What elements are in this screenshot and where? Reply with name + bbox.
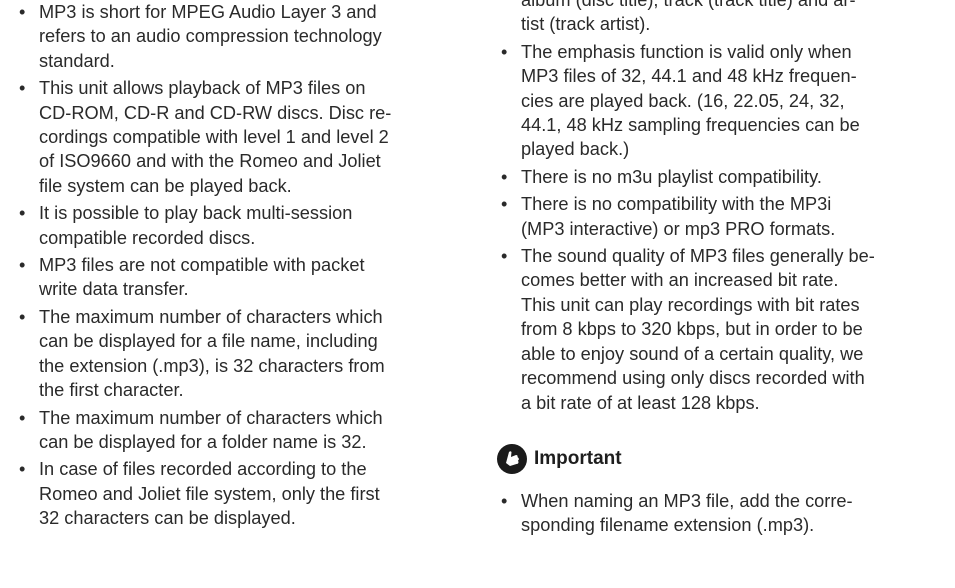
text-line: (MP3 interactive) or mp3 PRO formats. xyxy=(521,218,836,239)
text-line: sponding filename extension (.mp3). xyxy=(521,515,815,536)
text-line: file system can be played back. xyxy=(39,175,292,196)
text-line: 32 characters can be displayed. xyxy=(39,508,296,529)
text-line: There is no compatibility with the MP3i xyxy=(521,194,832,215)
text-line: MP3 is short for MPEG Audio Layer 3 and xyxy=(39,2,377,22)
text-line: cordings compatible with level 1 and lev… xyxy=(39,127,389,148)
text-line: compatible recorded discs. xyxy=(39,227,256,248)
text-line: write data transfer. xyxy=(39,279,189,300)
text-line: refers to an audio compression technolog… xyxy=(39,26,382,47)
important-title: Important xyxy=(534,447,622,469)
text-line: The maximum number of characters which xyxy=(39,306,383,327)
text-line: This unit can play recordings with bit r… xyxy=(521,294,860,315)
text-line: The sound quality of MP3 files generally… xyxy=(521,246,875,267)
text-line: of ISO9660 and with the Romeo and Joliet xyxy=(39,151,381,172)
text-line: standard. xyxy=(39,50,115,71)
left-column: MP3 is short for MPEG Audio Layer 3 and r… xyxy=(14,0,456,534)
text-line: from 8 kbps to 320 kbps, but in order to… xyxy=(521,319,863,340)
list-item: This unit allows playback of MP3 files o… xyxy=(14,76,456,198)
list-item: When naming an MP3 file, add the corre-s… xyxy=(496,489,946,538)
bullet-list-right: The emphasis function is valid only when… xyxy=(496,40,946,415)
text-line: MP3 files of 32, 44.1 and 48 kHz frequen… xyxy=(521,66,857,87)
text-line: the extension (.mp3), is 32 characters f… xyxy=(39,355,385,376)
text-line: recommend using only discs recorded with xyxy=(521,368,865,389)
text-line: able to enjoy sound of a certain quality… xyxy=(521,343,864,364)
text-line: tist (track artist). xyxy=(521,14,651,35)
text-line: When naming an MP3 file, add the corre- xyxy=(521,490,853,511)
list-item: In case of files recorded according to t… xyxy=(14,457,456,530)
text-line: The emphasis function is valid only when xyxy=(521,41,852,62)
important-heading: Important xyxy=(496,443,946,475)
text-line: a bit rate of at least 128 kbps. xyxy=(521,392,760,413)
text-line: can be displayed for a file name, includ… xyxy=(39,331,378,352)
text-line: The maximum number of characters which xyxy=(39,407,383,428)
text-line: Romeo and Joliet file system, only the f… xyxy=(39,483,380,504)
list-item: It is possible to play back multi-sessio… xyxy=(14,201,456,250)
important-bullet-list: When naming an MP3 file, add the corre-s… xyxy=(496,489,946,538)
text-line: CD-ROM, CD-R and CD-RW discs. Disc re- xyxy=(39,102,392,123)
important-hand-icon xyxy=(497,443,527,474)
text-line: This unit allows playback of MP3 files o… xyxy=(39,78,366,99)
text-line: album (disc title), track (track title) … xyxy=(521,0,856,10)
text-line: There is no m3u playlist compatibility. xyxy=(521,166,822,187)
text-line: can be displayed for a folder name is 32… xyxy=(39,431,367,452)
text-line: 44.1, 48 kHz sampling frequencies can be xyxy=(521,115,860,136)
list-item: There is no compatibility with the MP3i (… xyxy=(496,192,946,241)
text-line: the first character. xyxy=(39,380,184,401)
list-item: The sound quality of MP3 files generally… xyxy=(496,244,946,415)
text-line: In case of files recorded according to t… xyxy=(39,459,367,480)
list-item: MP3 is short for MPEG Audio Layer 3 and r… xyxy=(14,0,456,73)
text-line: It is possible to play back multi-sessio… xyxy=(39,203,353,224)
list-item: There is no m3u playlist compatibility. xyxy=(496,165,946,190)
list-item: The maximum number of characters which ca… xyxy=(14,305,456,403)
text-line: played back.) xyxy=(521,139,630,160)
text-line: comes better with an increased bit rate. xyxy=(521,270,839,291)
continued-text: album (disc title), track (track title) … xyxy=(496,0,946,37)
text-line: cies are played back. (16, 22.05, 24, 32… xyxy=(521,90,845,111)
list-item: MP3 files are not compatible with packet… xyxy=(14,253,456,302)
text-line: MP3 files are not compatible with packet xyxy=(39,255,365,276)
list-item: The emphasis function is valid only when… xyxy=(496,40,946,162)
bullet-list-left: MP3 is short for MPEG Audio Layer 3 and r… xyxy=(14,0,456,531)
right-column: album (disc title), track (track title) … xyxy=(496,0,946,541)
list-item: The maximum number of characters which ca… xyxy=(14,406,456,455)
